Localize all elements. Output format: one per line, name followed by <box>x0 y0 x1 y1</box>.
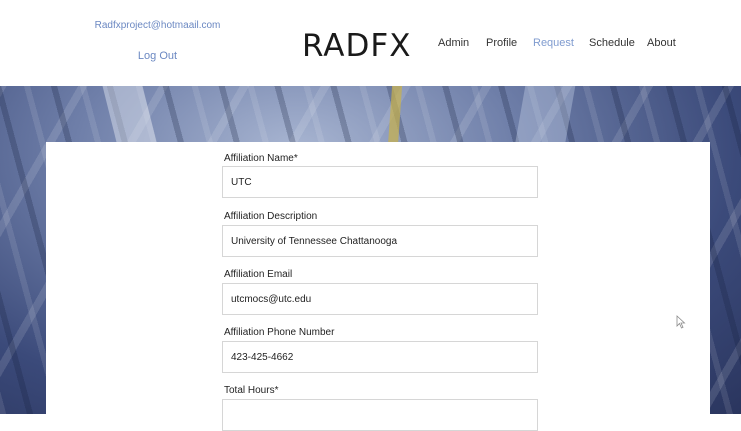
site-brand-logo[interactable]: RADFX <box>302 28 411 64</box>
affiliation-name-input[interactable] <box>222 166 538 198</box>
account-email-link[interactable]: Radfxproject@hotmaail.com <box>90 20 225 31</box>
affiliation-name-label: Affiliation Name* <box>224 153 298 164</box>
affiliation-phone-input[interactable] <box>222 341 538 373</box>
nav-about[interactable]: About <box>647 37 676 49</box>
affiliation-email-label: Affiliation Email <box>224 269 293 280</box>
total-hours-input[interactable] <box>222 399 538 431</box>
mouse-pointer-icon <box>676 315 686 329</box>
nav-request[interactable]: Request <box>533 37 574 49</box>
nav-schedule[interactable]: Schedule <box>589 37 635 49</box>
affiliation-description-label: Affiliation Description <box>224 211 318 222</box>
total-hours-label: Total Hours* <box>224 385 279 396</box>
nav-admin[interactable]: Admin <box>438 37 469 49</box>
affiliation-email-input[interactable] <box>222 283 538 315</box>
logout-link[interactable]: Log Out <box>90 50 225 62</box>
site-header: Radfxproject@hotmaail.com Log Out RADFX … <box>0 0 741 86</box>
affiliation-description-input[interactable] <box>222 225 538 257</box>
affiliation-phone-label: Affiliation Phone Number <box>224 327 335 338</box>
nav-profile[interactable]: Profile <box>486 37 517 49</box>
